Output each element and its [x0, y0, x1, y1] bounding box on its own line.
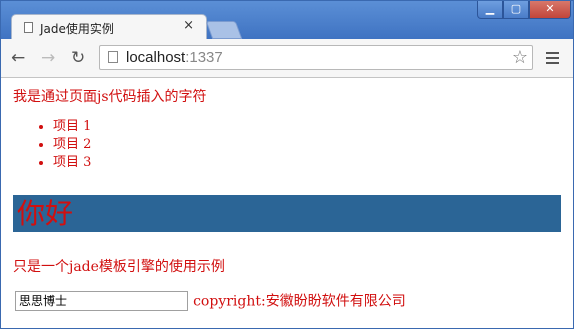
url-text[interactable]: localhost:1337 [126, 49, 223, 66]
description-text: 只是一个jade模板引擎的使用示例 [13, 259, 225, 275]
menu-icon[interactable] [546, 52, 559, 67]
intro-text: 我是通过页面js代码插入的字符 [13, 89, 207, 105]
close-window-button[interactable]: ✕ [529, 1, 571, 19]
maximize-button[interactable]: ▢ [503, 1, 529, 19]
tab-title: Jade使用实例 [40, 22, 114, 36]
url-host: localhost [126, 49, 186, 66]
maximize-icon: ▢ [510, 2, 522, 15]
tab-close-button[interactable]: × [183, 18, 194, 33]
page-content: 我是通过页面js代码插入的字符 项目 1 项目 2 项目 3 你好 只是一个ja… [1, 78, 573, 328]
footer-row: copyright:安徽盼盼软件有限公司 [15, 290, 406, 311]
list-item: 项目 1 [53, 118, 91, 136]
forward-arrow-icon[interactable]: → [41, 48, 55, 68]
copyright-text: copyright:安徽盼盼软件有限公司 [193, 293, 406, 310]
reload-icon[interactable]: ↻ [71, 48, 85, 68]
page-icon [108, 51, 118, 63]
close-icon: ✕ [545, 2, 555, 15]
minimize-icon: ▁ [485, 2, 495, 15]
list-item: 项目 3 [53, 154, 91, 172]
minimize-button[interactable]: ▁ [477, 1, 503, 19]
address-bar[interactable]: localhost:1337 ☆ [99, 45, 533, 70]
name-input[interactable] [15, 290, 188, 311]
star-icon[interactable]: ☆ [512, 47, 528, 68]
browser-toolbar: ← → ↻ localhost:1337 ☆ [1, 39, 573, 78]
list-item: 项目 2 [53, 136, 91, 154]
tab-active[interactable]: Jade使用实例 × [11, 14, 207, 40]
title-bar: Jade使用实例 × ▁ ▢ ✕ [1, 1, 573, 40]
url-port: :1337 [185, 49, 223, 66]
document-icon [24, 22, 33, 33]
new-tab-button[interactable] [205, 21, 243, 39]
browser-window: Jade使用实例 × ▁ ▢ ✕ ← → ↻ localhost:1337 ☆ … [0, 0, 574, 329]
item-list: 项目 1 项目 2 项目 3 [13, 118, 91, 172]
greeting-banner: 你好 [13, 195, 561, 232]
back-arrow-icon[interactable]: ← [11, 48, 25, 68]
